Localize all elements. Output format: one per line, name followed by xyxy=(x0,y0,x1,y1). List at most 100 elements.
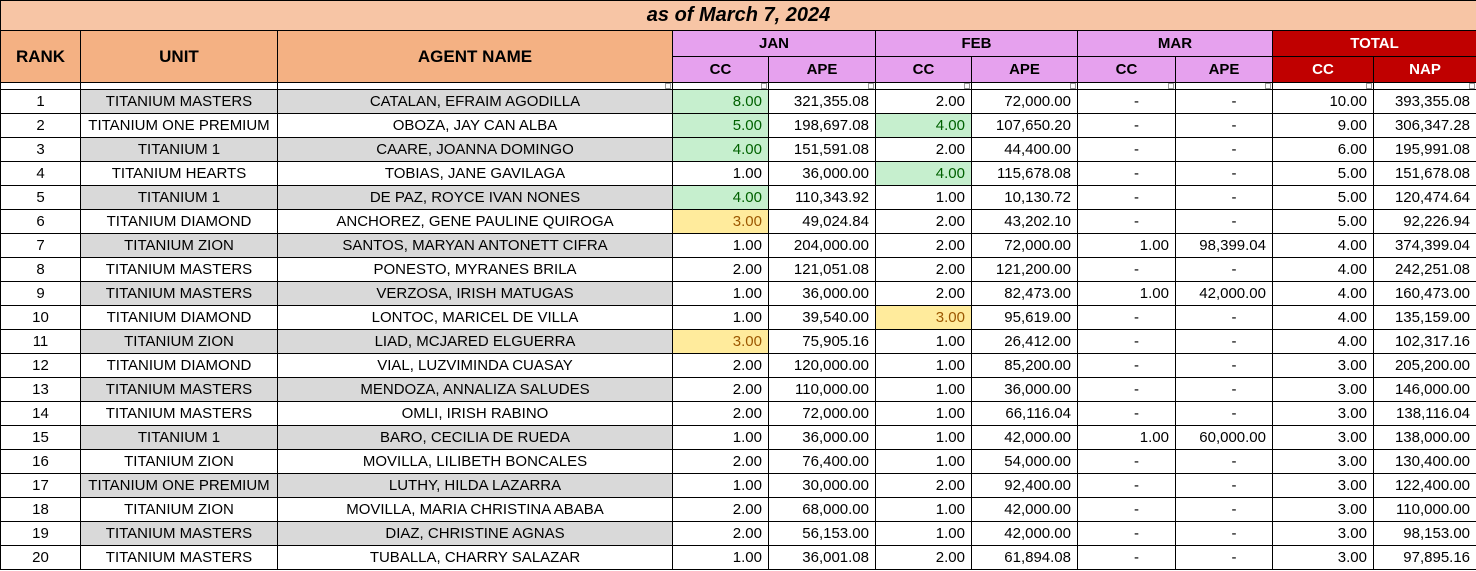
mar-ape-cell[interactable]: - xyxy=(1175,305,1273,330)
feb-ape-cell[interactable]: 43,202.10 xyxy=(971,209,1078,234)
jan-ape-cell[interactable]: 110,343.92 xyxy=(768,185,876,210)
jan-cc-cell[interactable]: 1.00 xyxy=(672,545,769,570)
jan-cc-cell[interactable]: 3.00 xyxy=(672,209,769,234)
jan-ape-cell[interactable]: 110,000.00 xyxy=(768,377,876,402)
unit-cell[interactable]: TITANIUM MASTERS xyxy=(80,257,278,282)
feb-cc-cell[interactable]: 2.00 xyxy=(875,89,972,114)
jan-cc-cell[interactable]: 4.00 xyxy=(672,137,769,162)
unit-cell[interactable]: TITANIUM MASTERS xyxy=(80,281,278,306)
filter-dropdown-icon[interactable] xyxy=(1070,83,1076,89)
feb-ape-cell[interactable]: 54,000.00 xyxy=(971,449,1078,474)
nap-cell[interactable]: 98,153.00 xyxy=(1372,521,1476,546)
total-cc-cell[interactable]: 4.00 xyxy=(1272,305,1374,330)
mar-cc-cell[interactable]: - xyxy=(1077,521,1176,546)
nap-cell[interactable]: 160,473.00 xyxy=(1372,281,1476,306)
rank-cell[interactable]: 11 xyxy=(0,329,81,354)
rank-cell[interactable]: 12 xyxy=(0,353,81,378)
agent-name-cell[interactable]: CAARE, JOANNA DOMINGO xyxy=(277,137,673,162)
jan-ape-cell[interactable]: 76,400.00 xyxy=(768,449,876,474)
rank-cell[interactable]: 10 xyxy=(0,305,81,330)
rank-cell[interactable]: 17 xyxy=(0,473,81,498)
jan-cc-cell[interactable]: 1.00 xyxy=(672,161,769,186)
total-cc-cell[interactable]: 4.00 xyxy=(1272,281,1374,306)
total-cc-cell[interactable]: 3.00 xyxy=(1272,473,1374,498)
unit-cell[interactable]: TITANIUM MASTERS xyxy=(80,545,278,570)
feb-ape-cell[interactable]: 26,412.00 xyxy=(971,329,1078,354)
total-cc-cell[interactable]: 9.00 xyxy=(1272,113,1374,138)
rank-cell[interactable]: 14 xyxy=(0,401,81,426)
unit-cell[interactable]: TITANIUM DIAMOND xyxy=(80,305,278,330)
mar-cc-cell[interactable]: - xyxy=(1077,257,1176,282)
feb-ape-cell[interactable]: 107,650.20 xyxy=(971,113,1078,138)
jan-ape-cell[interactable]: 49,024.84 xyxy=(768,209,876,234)
jan-cc-cell[interactable]: 2.00 xyxy=(672,521,769,546)
jan-ape-cell[interactable]: 75,905.16 xyxy=(768,329,876,354)
unit-cell[interactable]: TITANIUM 1 xyxy=(80,425,278,450)
mar-ape-cell[interactable]: - xyxy=(1175,257,1273,282)
agent-name-cell[interactable]: DIAZ, CHRISTINE AGNAS xyxy=(277,521,673,546)
agent-name-cell[interactable]: LIAD, MCJARED ELGUERRA xyxy=(277,329,673,354)
feb-ape-cell[interactable]: 42,000.00 xyxy=(971,425,1078,450)
feb-cc-cell[interactable]: 4.00 xyxy=(875,161,972,186)
feb-cc-cell[interactable]: 3.00 xyxy=(875,305,972,330)
jan-cc-cell[interactable]: 5.00 xyxy=(672,113,769,138)
total-cc-cell[interactable]: 3.00 xyxy=(1272,425,1374,450)
rank-cell[interactable]: 13 xyxy=(0,377,81,402)
agent-name-cell[interactable]: PONESTO, MYRANES BRILA xyxy=(277,257,673,282)
jan-ape-cell[interactable]: 30,000.00 xyxy=(768,473,876,498)
feb-ape-cell[interactable]: 72,000.00 xyxy=(971,89,1078,114)
agent-name-cell[interactable]: LUTHY, HILDA LAZARRA xyxy=(277,473,673,498)
nap-cell[interactable]: 151,678.08 xyxy=(1372,161,1476,186)
mar-ape-cell[interactable]: - xyxy=(1175,353,1273,378)
total-cc-cell[interactable]: 6.00 xyxy=(1272,137,1374,162)
feb-cc-cell[interactable]: 1.00 xyxy=(875,185,972,210)
total-cc-cell[interactable]: 5.00 xyxy=(1272,185,1374,210)
unit-cell[interactable]: TITANIUM 1 xyxy=(80,185,278,210)
jan-ape-cell[interactable]: 151,591.08 xyxy=(768,137,876,162)
jan-cc-cell[interactable]: 2.00 xyxy=(672,497,769,522)
agent-name-cell[interactable]: TOBIAS, JANE GAVILAGA xyxy=(277,161,673,186)
feb-cc-cell[interactable]: 1.00 xyxy=(875,353,972,378)
unit-cell[interactable]: TITANIUM MASTERS xyxy=(80,521,278,546)
rank-cell[interactable]: 6 xyxy=(0,209,81,234)
unit-cell[interactable]: TITANIUM MASTERS xyxy=(80,377,278,402)
feb-cc-cell[interactable]: 2.00 xyxy=(875,137,972,162)
total-cc-cell[interactable]: 4.00 xyxy=(1272,329,1374,354)
mar-cc-cell[interactable]: - xyxy=(1077,305,1176,330)
feb-cc-cell[interactable]: 2.00 xyxy=(875,545,972,570)
nap-cell[interactable]: 306,347.28 xyxy=(1372,113,1476,138)
jan-ape-cell[interactable]: 121,051.08 xyxy=(768,257,876,282)
agent-name-cell[interactable]: ANCHOREZ, GENE PAULINE QUIROGA xyxy=(277,209,673,234)
unit-cell[interactable]: TITANIUM ONE PREMIUM xyxy=(80,473,278,498)
nap-cell[interactable]: 110,000.00 xyxy=(1372,497,1476,522)
mar-ape-cell[interactable]: - xyxy=(1175,329,1273,354)
feb-cc-cell[interactable]: 1.00 xyxy=(875,401,972,426)
unit-cell[interactable]: TITANIUM ZION xyxy=(80,497,278,522)
mar-cc-cell[interactable]: 1.00 xyxy=(1077,233,1176,258)
total-cc-cell[interactable]: 4.00 xyxy=(1272,233,1374,258)
mar-cc-cell[interactable]: - xyxy=(1077,329,1176,354)
feb-cc-cell[interactable]: 2.00 xyxy=(875,257,972,282)
mar-ape-cell[interactable]: - xyxy=(1175,473,1273,498)
unit-cell[interactable]: TITANIUM MASTERS xyxy=(80,401,278,426)
jan-cc-cell[interactable]: 2.00 xyxy=(672,401,769,426)
nap-cell[interactable]: 138,116.04 xyxy=(1372,401,1476,426)
feb-ape-cell[interactable]: 115,678.08 xyxy=(971,161,1078,186)
unit-cell[interactable]: TITANIUM ZION xyxy=(80,449,278,474)
mar-ape-cell[interactable]: - xyxy=(1175,185,1273,210)
filter-dropdown-icon[interactable] xyxy=(868,83,874,89)
jan-ape-cell[interactable]: 120,000.00 xyxy=(768,353,876,378)
unit-cell[interactable]: TITANIUM DIAMOND xyxy=(80,209,278,234)
rank-cell[interactable]: 20 xyxy=(0,545,81,570)
mar-cc-cell[interactable]: - xyxy=(1077,377,1176,402)
rank-cell[interactable]: 16 xyxy=(0,449,81,474)
total-cc-cell[interactable]: 3.00 xyxy=(1272,401,1374,426)
filter-dropdown-icon[interactable] xyxy=(1265,83,1271,89)
mar-cc-cell[interactable]: - xyxy=(1077,209,1176,234)
nap-cell[interactable]: 102,317.16 xyxy=(1372,329,1476,354)
jan-ape-cell[interactable]: 68,000.00 xyxy=(768,497,876,522)
nap-cell[interactable]: 122,400.00 xyxy=(1372,473,1476,498)
unit-cell[interactable]: TITANIUM DIAMOND xyxy=(80,353,278,378)
unit-cell[interactable]: TITANIUM 1 xyxy=(80,137,278,162)
nap-cell[interactable]: 138,000.00 xyxy=(1372,425,1476,450)
